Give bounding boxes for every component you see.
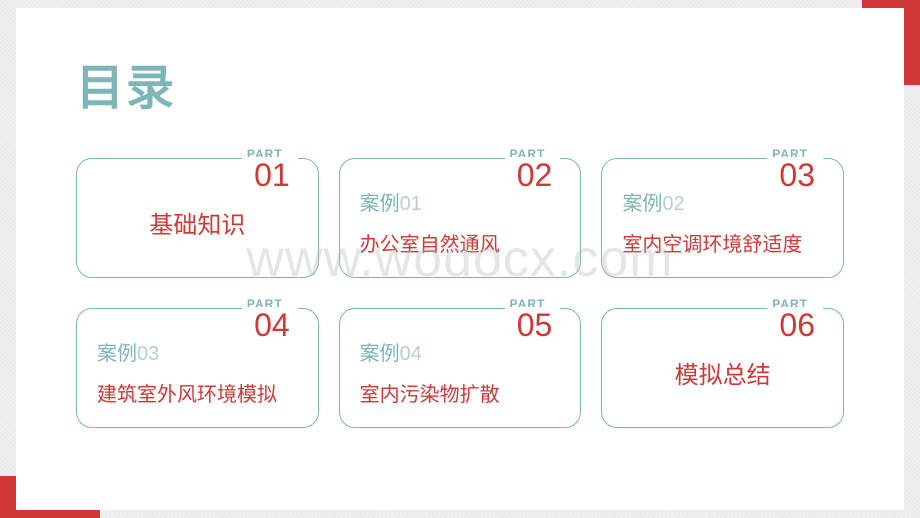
toc-card-5: PART 05 案例04 室内污染物扩散 [339, 308, 582, 428]
card-content: 基础知识 [97, 187, 298, 257]
part-number: 01 [246, 157, 298, 194]
card-content: 模拟总结 [622, 337, 823, 407]
card-desc: 基础知识 [149, 205, 245, 240]
case-num: 03 [137, 343, 159, 365]
case-text: 案例 [360, 193, 400, 215]
page-title: 目录 [76, 48, 844, 118]
case-num: 04 [400, 343, 422, 365]
part-number: 06 [771, 307, 823, 344]
part-number: 03 [771, 157, 823, 194]
case-text: 案例 [360, 343, 400, 365]
case-text: 案例 [622, 193, 662, 215]
card-desc: 办公室自然通风 [360, 228, 561, 257]
part-number: 05 [509, 307, 561, 344]
part-number: 02 [509, 157, 561, 194]
toc-card-2: PART 02 案例01 办公室自然通风 [339, 158, 582, 278]
case-num: 02 [662, 193, 684, 215]
toc-card-3: PART 03 案例02 室内空调环境舒适度 [601, 158, 844, 278]
card-desc: 室内污染物扩散 [360, 378, 561, 407]
case-text: 案例 [97, 343, 137, 365]
card-desc: 模拟总结 [675, 355, 771, 390]
toc-grid: PART 01 基础知识 PART 02 案例01 办公室自然通风 PART 0… [76, 158, 844, 428]
toc-card-1: PART 01 基础知识 [76, 158, 319, 278]
toc-card-6: PART 06 模拟总结 [601, 308, 844, 428]
card-desc: 室内空调环境舒适度 [622, 228, 823, 257]
card-desc: 建筑室外风环境模拟 [97, 378, 298, 407]
toc-card-4: PART 04 案例03 建筑室外风环境模拟 [76, 308, 319, 428]
slide-container: 目录 PART 01 基础知识 PART 02 案例01 办公室自然通风 PAR… [16, 8, 904, 510]
part-number: 04 [246, 307, 298, 344]
case-num: 01 [400, 193, 422, 215]
